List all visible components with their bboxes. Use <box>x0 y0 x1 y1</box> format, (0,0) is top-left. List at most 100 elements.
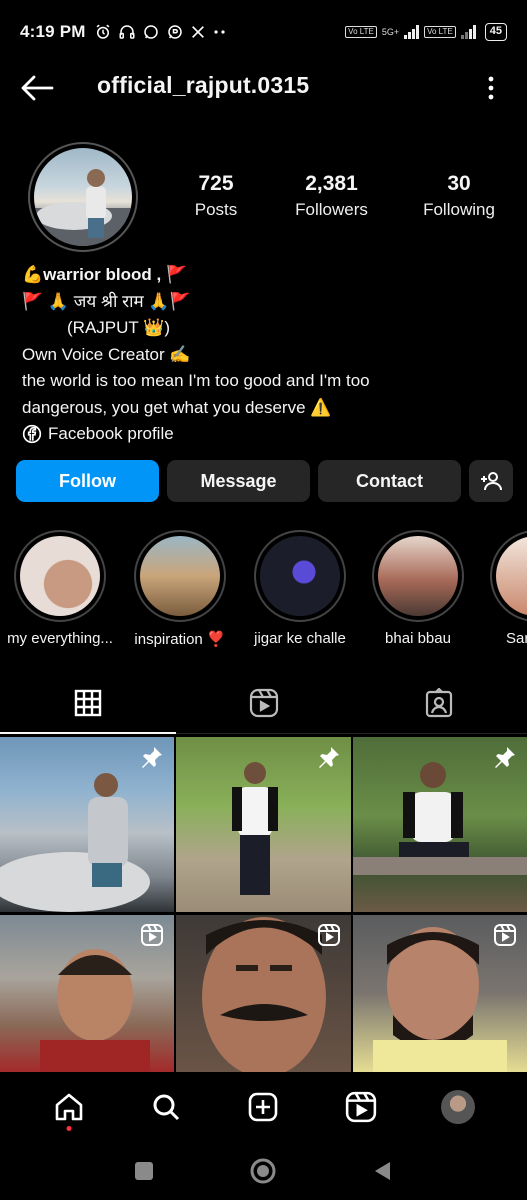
suggested-accounts-button[interactable] <box>469 460 513 502</box>
bio-line-2: 🚩 🙏 जय श्री राम 🙏🚩 <box>22 291 191 311</box>
reel-icon <box>494 924 516 946</box>
bio-line-6: dangerous, you get what you deserve ⚠️ <box>22 397 332 417</box>
highlight-label: bhai bbau <box>385 630 451 647</box>
back-button-icon[interactable] <box>372 1160 394 1182</box>
pinned-icon <box>495 747 515 768</box>
profile-bio: 💪warrior blood , 🚩 🚩 🙏 जय श्री राम 🙏🚩 (R… <box>22 262 512 448</box>
more-options-icon[interactable] <box>488 76 494 100</box>
signal-icon-2 <box>460 25 476 39</box>
x-icon <box>191 26 204 38</box>
post-thumbnail[interactable] <box>176 737 351 912</box>
profile-photo-art <box>34 169 132 246</box>
profile-stats: 725 Posts 2,381 Followers 30 Following <box>178 172 514 220</box>
nav-reels[interactable] <box>335 1081 387 1133</box>
highlight-item[interactable]: my everything... <box>0 530 120 647</box>
highlight-ring <box>490 530 527 622</box>
notification-dot <box>66 1126 72 1131</box>
create-icon <box>249 1092 278 1122</box>
highlight-label: my everything... <box>7 630 113 647</box>
battery-icon: 45 <box>484 23 507 41</box>
bio-line-5: the world is too mean I'm too good and I… <box>22 371 370 390</box>
post-thumbnail[interactable] <box>0 737 174 912</box>
facebook-profile-link[interactable]: Facebook profile <box>22 421 512 448</box>
tagged-icon <box>426 687 453 717</box>
tab-posts-grid[interactable] <box>0 672 176 734</box>
pinned-icon <box>142 747 162 768</box>
reels-icon <box>249 688 278 717</box>
alarm-icon <box>96 24 110 39</box>
network-type: 5G+ <box>381 27 400 37</box>
recents-icon[interactable] <box>134 1161 154 1181</box>
highlight-item[interactable]: inspiration ❣️ <box>120 530 240 648</box>
back-arrow-icon[interactable] <box>20 74 54 102</box>
contact-button[interactable]: Contact <box>318 460 461 502</box>
stat-following[interactable]: 30 Following <box>409 172 509 220</box>
search-icon <box>153 1094 180 1121</box>
bio-line-1: 💪warrior blood , 🚩 <box>22 265 188 284</box>
nav-home[interactable] <box>43 1081 95 1133</box>
highlight-ring <box>254 530 346 622</box>
volte-badge-2: Vo LTE <box>424 26 456 38</box>
reel-icon <box>141 924 163 946</box>
profile-photo <box>34 148 132 246</box>
home-button-icon[interactable] <box>249 1157 277 1185</box>
post-thumbnail[interactable] <box>0 915 174 1072</box>
stat-followers-label: Followers <box>295 200 368 219</box>
highlight-thumb <box>140 536 220 616</box>
nav-create[interactable] <box>237 1081 289 1133</box>
highlight-label: Sar <box>506 630 527 647</box>
tab-tagged[interactable] <box>351 672 527 733</box>
facebook-icon <box>22 425 42 444</box>
headphones-icon <box>119 25 135 39</box>
profile-tabs <box>0 672 527 734</box>
highlight-item[interactable]: bhai bbau <box>358 530 478 647</box>
tab-reels[interactable] <box>176 672 352 733</box>
profile-top-bar: official_rajput.0315 <box>0 64 527 112</box>
whatsapp-business-icon <box>167 25 182 39</box>
post-thumbnail[interactable] <box>176 915 351 1072</box>
status-left-icons <box>94 23 228 41</box>
highlight-item[interactable]: Sar <box>476 530 527 647</box>
highlight-thumb <box>260 536 340 616</box>
volte-badge-1: Vo LTE <box>345 26 377 38</box>
stat-posts-value: 725 <box>198 172 234 195</box>
highlight-ring <box>14 530 106 622</box>
whatsapp-icon <box>143 25 158 39</box>
system-navigation <box>0 1142 527 1200</box>
highlight-thumb <box>378 536 458 616</box>
nav-search[interactable] <box>140 1081 192 1133</box>
message-button[interactable]: Message <box>167 460 310 502</box>
status-right-icons: Vo LTE 5G+ Vo LTE 45 <box>345 23 507 41</box>
bio-line-3: (RAJPUT 👑) <box>67 318 171 337</box>
bio-line-4: Own Voice Creator ✍️ <box>22 344 191 364</box>
reels-icon <box>345 1091 377 1123</box>
pinned-icon <box>319 747 339 768</box>
stat-posts-label: Posts <box>194 200 238 219</box>
profile-actions: Follow Message Contact <box>16 460 513 502</box>
profile-avatar-small <box>441 1090 476 1124</box>
highlight-label: inspiration ❣️ <box>134 631 226 648</box>
reel-icon <box>318 924 340 946</box>
stat-following-label: Following <box>423 200 495 219</box>
stat-followers-value: 2,381 <box>305 172 358 195</box>
highlight-ring <box>134 530 226 622</box>
post-thumbnail[interactable] <box>353 737 527 912</box>
highlight-item[interactable]: jigar ke challe <box>240 530 360 647</box>
facebook-profile-label: Facebook profile <box>48 424 174 443</box>
highlight-thumb <box>20 536 100 616</box>
status-bar: 4:19 PM Vo LTE 5G+ Vo LTE 45 <box>0 0 527 64</box>
status-time: 4:19 PM <box>20 22 86 41</box>
profile-avatar[interactable] <box>28 142 138 252</box>
nav-profile[interactable] <box>432 1081 484 1133</box>
story-highlights: my everything... inspiration ❣️ jigar ke… <box>0 530 527 660</box>
add-user-icon <box>481 472 502 491</box>
highlight-thumb <box>496 536 527 616</box>
follow-button[interactable]: Follow <box>16 460 159 502</box>
stat-followers[interactable]: 2,381 Followers <box>254 172 409 220</box>
post-thumbnail[interactable] <box>353 915 527 1072</box>
signal-icon <box>404 25 420 39</box>
highlight-label: jigar ke challe <box>254 630 346 647</box>
grid-icon <box>74 689 102 716</box>
stat-posts[interactable]: 725 Posts <box>178 172 254 220</box>
more-dots-icon <box>214 30 225 34</box>
